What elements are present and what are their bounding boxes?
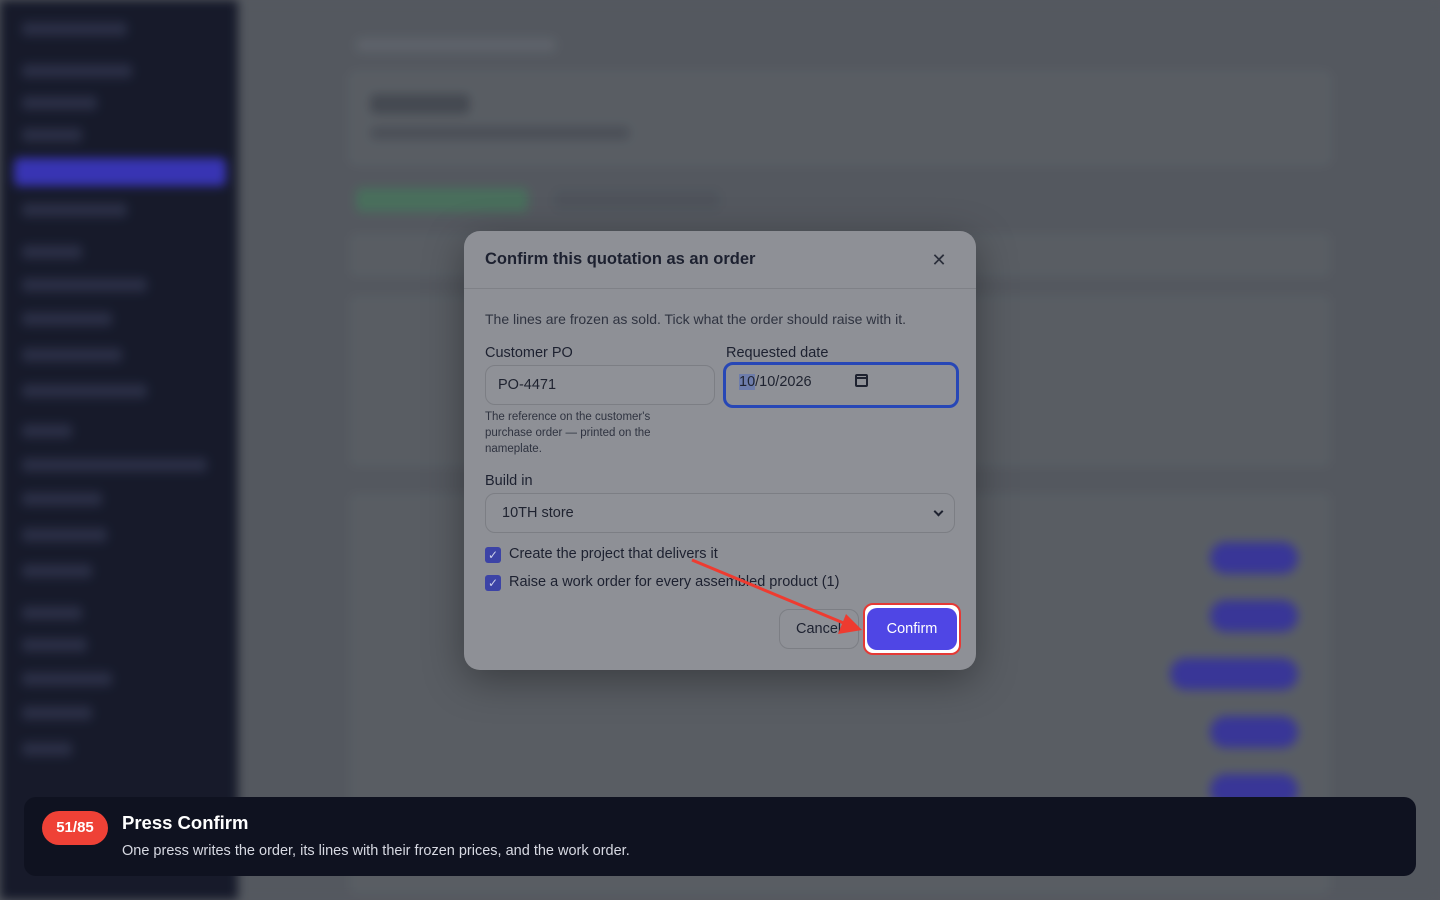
calendar-icon[interactable]: [855, 374, 868, 387]
tour-step-title: Press Confirm: [122, 812, 249, 833]
customer-po-input[interactable]: PO-4471: [485, 365, 715, 405]
customer-po-help: The reference on the customer's purchase…: [485, 411, 651, 455]
create-project-label: Create the project that delivers it: [509, 546, 718, 562]
requested-date-input[interactable]: 10/10/2026: [723, 362, 959, 408]
dialog-header: Confirm this quotation as an order ✕: [464, 231, 976, 289]
customer-po-label: Customer PO: [485, 345, 573, 361]
build-in-selected: 10TH store: [502, 505, 574, 521]
confirm-order-dialog: Confirm this quotation as an order ✕ The…: [464, 231, 976, 670]
tour-bar: 51/85 Press Confirm One press writes the…: [24, 797, 1416, 876]
requested-date-month: 10: [739, 374, 756, 390]
dialog-intro: The lines are frozen as sold. Tick what …: [485, 311, 906, 327]
dialog-title: Confirm this quotation as an order: [485, 250, 756, 268]
create-project-checkbox[interactable]: ✓: [485, 547, 501, 563]
requested-date-label: Requested date: [726, 345, 829, 361]
work-order-label: Raise a work order for every assembled p…: [509, 574, 840, 590]
step-counter-badge: 51/85: [42, 811, 108, 845]
tour-step-description: One press writes the order, its lines wi…: [122, 843, 630, 859]
customer-po-value: PO-4471: [498, 377, 557, 393]
close-icon[interactable]: ✕: [928, 249, 950, 271]
confirm-button[interactable]: Confirm: [867, 608, 957, 650]
chevron-down-icon: [933, 506, 944, 517]
cancel-button[interactable]: Cancel: [779, 609, 859, 649]
build-in-label: Build in: [485, 473, 533, 489]
requested-date-rest: /10/2026: [755, 374, 812, 390]
work-order-checkbox[interactable]: ✓: [485, 575, 501, 591]
build-in-select[interactable]: 10TH store: [485, 493, 955, 533]
